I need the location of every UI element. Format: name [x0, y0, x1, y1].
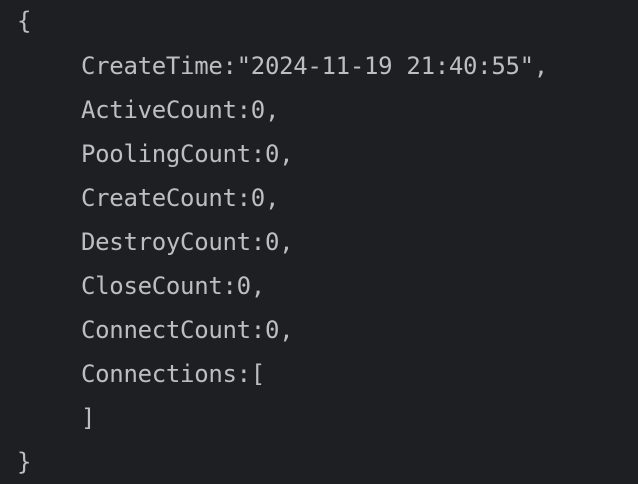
- code-line-create-count: CreateCount:0,: [81, 184, 280, 212]
- code-line-pooling-count: PoolingCount:0,: [81, 140, 294, 168]
- code-line-close-count: CloseCount:0,: [81, 272, 265, 300]
- code-line-connections: Connections:[: [81, 360, 265, 388]
- code-line-open-brace: {: [17, 7, 32, 35]
- code-editor[interactable]: { CreateTime:"2024-11-19 21:40:55", Acti…: [0, 0, 638, 484]
- code-line-create-time: CreateTime:"2024-11-19 21:40:55",: [81, 52, 548, 80]
- code-line-close-brace: }: [17, 448, 32, 476]
- code-line-connect-count: ConnectCount:0,: [81, 316, 294, 344]
- code-line-close-bracket: ]: [81, 404, 96, 432]
- code-line-destroy-count: DestroyCount:0,: [81, 228, 294, 256]
- code-line-active-count: ActiveCount:0,: [81, 96, 280, 124]
